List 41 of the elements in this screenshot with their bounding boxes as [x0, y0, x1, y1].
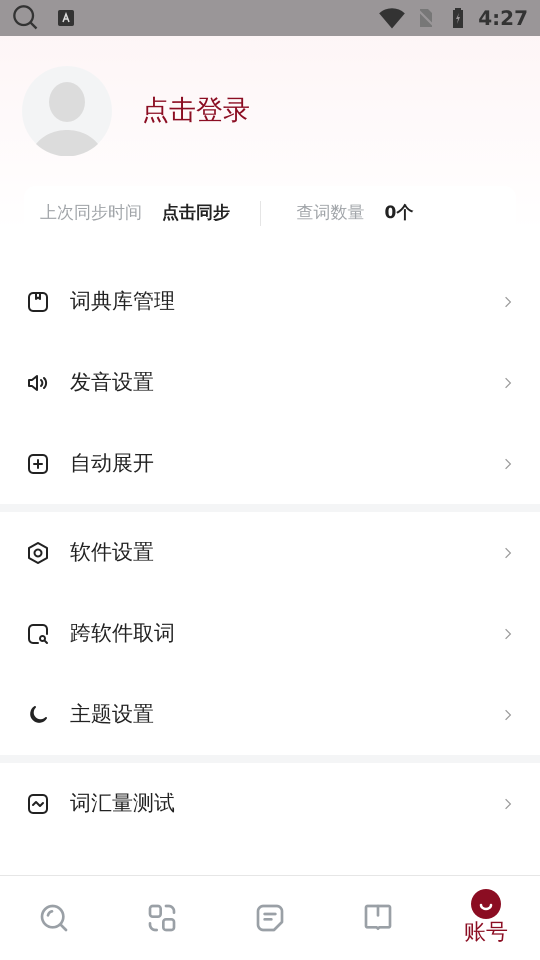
search-square-icon — [26, 622, 50, 646]
menu-item[interactable]: 词汇量测试 — [0, 763, 540, 844]
nav-tab[interactable]: 账号 — [432, 876, 540, 960]
menu-item[interactable]: 软件设置 — [0, 512, 540, 593]
app-icon — [56, 8, 76, 28]
stat-label: 上次同步时间 — [40, 202, 142, 225]
menu-label: 发音设置 — [70, 368, 155, 396]
chevron-icon — [504, 456, 512, 470]
stat-value: 0个 — [384, 202, 414, 225]
menu-label: 自动展开 — [70, 450, 155, 477]
chevron-icon — [504, 796, 512, 810]
settings-icon — [26, 540, 50, 564]
chart-icon — [26, 792, 50, 816]
menu-label: 跨软件取词 — [70, 620, 176, 647]
plus-square-icon — [26, 452, 50, 476]
chevron-icon — [504, 294, 512, 308]
status-time: 4:27 — [478, 5, 528, 32]
magnifier-icon — [12, 4, 40, 32]
menu-item[interactable]: 跨软件取词 — [0, 593, 540, 674]
chevron-icon — [504, 708, 512, 722]
nav-label: 账号 — [464, 919, 508, 947]
document-icon — [254, 902, 286, 934]
menu-item[interactable]: 主题设置 — [0, 674, 540, 755]
menu-label: 词汇量测试 — [70, 790, 176, 817]
chevron-icon — [504, 376, 512, 390]
search-icon — [38, 902, 70, 934]
book-icon — [26, 290, 50, 314]
menu-item[interactable]: 自动展开 — [0, 423, 540, 504]
menu-label: 软件设置 — [70, 538, 155, 566]
stat-value[interactable]: 点击同步 — [162, 200, 230, 226]
login-link[interactable]: 点击登录 — [142, 90, 250, 132]
chevron-icon — [504, 626, 512, 640]
stat-label: 查词数量 — [296, 202, 364, 225]
avatar-placeholder[interactable] — [22, 66, 112, 156]
menu-item[interactable]: 词典库管理 — [0, 261, 540, 342]
smile-icon — [471, 889, 501, 919]
menu-label: 主题设置 — [70, 700, 155, 728]
chevron-icon — [504, 546, 512, 560]
scan-icon — [146, 902, 178, 934]
menu-label: 词典库管理 — [70, 288, 176, 315]
menu-item[interactable]: 发音设置 — [0, 342, 540, 423]
